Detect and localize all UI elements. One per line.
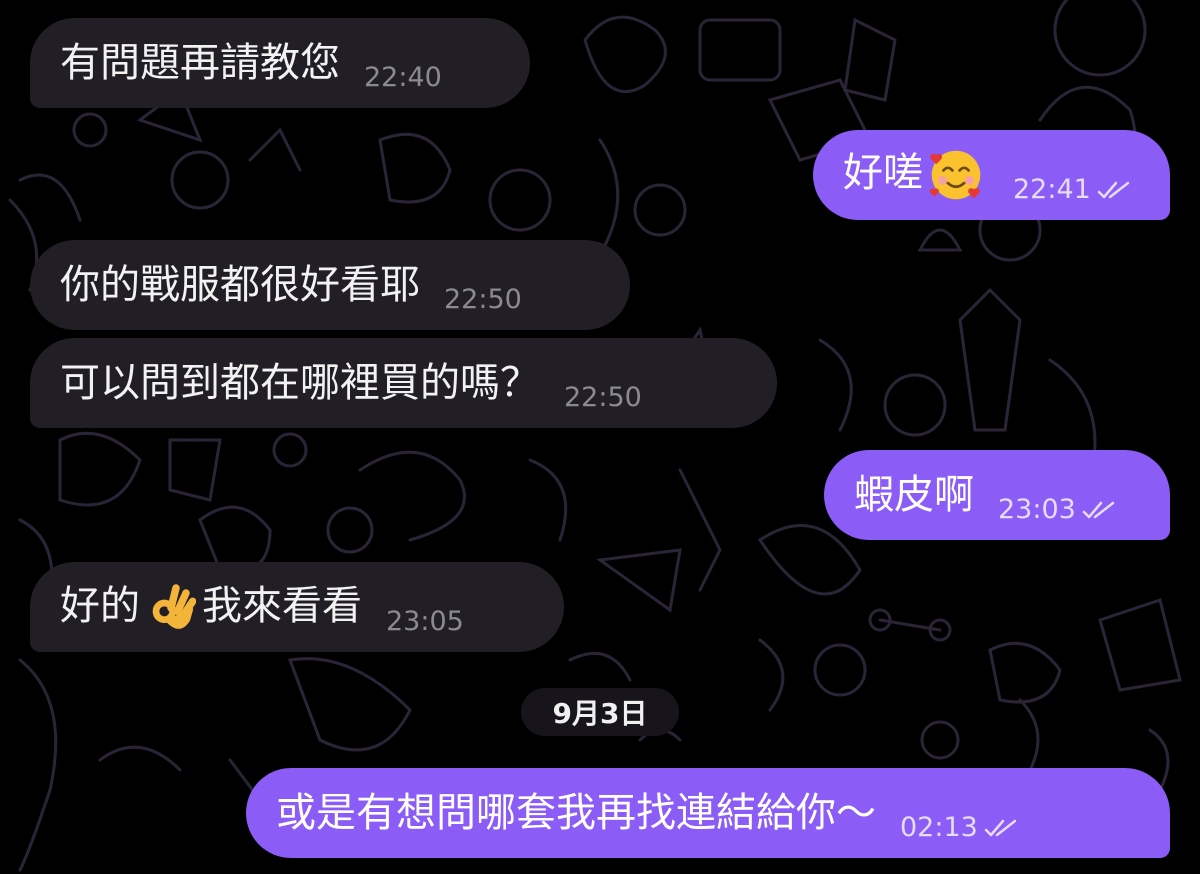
- message-text: 可以問到都在哪裡買的嗎？: [60, 360, 540, 406]
- message-meta: 23:03: [998, 494, 1116, 525]
- message-bubble[interactable]: 好嗟 22:41: [813, 130, 1170, 220]
- message-text: 好嗟: [843, 148, 989, 202]
- read-checkmarks-icon: [1097, 181, 1130, 198]
- read-checkmarks-icon: [984, 819, 1017, 836]
- smiling-face-with-hearts-icon: [929, 150, 981, 200]
- read-checkmarks-icon: [1082, 501, 1115, 518]
- message-text: 或是有想問哪套我再找連結給你～: [276, 790, 876, 836]
- message-time: 22:50: [564, 382, 642, 413]
- message-meta: 22:50: [564, 382, 642, 413]
- message-text-part: 我來看看: [202, 582, 362, 629]
- message-bubble[interactable]: 蝦皮啊 23:03: [824, 450, 1170, 540]
- message-bubble[interactable]: 好的 我來看看 23:05: [30, 562, 564, 652]
- message-time: 02:13: [900, 812, 978, 843]
- message-bubble[interactable]: 有問題再請教您 22:40: [30, 18, 530, 108]
- message-meta: 22:40: [364, 62, 442, 93]
- message-bubble[interactable]: 可以問到都在哪裡買的嗎？ 22:50: [30, 338, 777, 428]
- message-time: 23:03: [998, 494, 1076, 525]
- ok-hand-icon: [152, 583, 196, 629]
- message-text: 蝦皮啊: [854, 472, 974, 518]
- message-text-part: 好嗟: [843, 150, 923, 196]
- message-time: 22:40: [364, 62, 442, 93]
- message-time: 22:50: [444, 284, 522, 315]
- message-bubble[interactable]: 或是有想問哪套我再找連結給你～ 02:13: [246, 768, 1170, 858]
- message-time: 23:05: [386, 606, 464, 637]
- date-separator: 9月3日: [521, 688, 679, 736]
- message-meta: 02:13: [900, 812, 1018, 843]
- message-meta: 22:50: [444, 284, 522, 315]
- message-text-part: 好的: [60, 582, 140, 629]
- message-text: 好的 我來看看: [60, 582, 362, 633]
- message-bubble[interactable]: 你的戰服都很好看耶 22:50: [30, 240, 630, 330]
- message-meta: 23:05: [386, 606, 464, 637]
- message-text: 你的戰服都很好看耶: [60, 262, 420, 308]
- message-time: 22:41: [1013, 174, 1091, 205]
- message-meta: 22:41: [1013, 174, 1131, 205]
- message-text: 有問題再請教您: [60, 40, 340, 86]
